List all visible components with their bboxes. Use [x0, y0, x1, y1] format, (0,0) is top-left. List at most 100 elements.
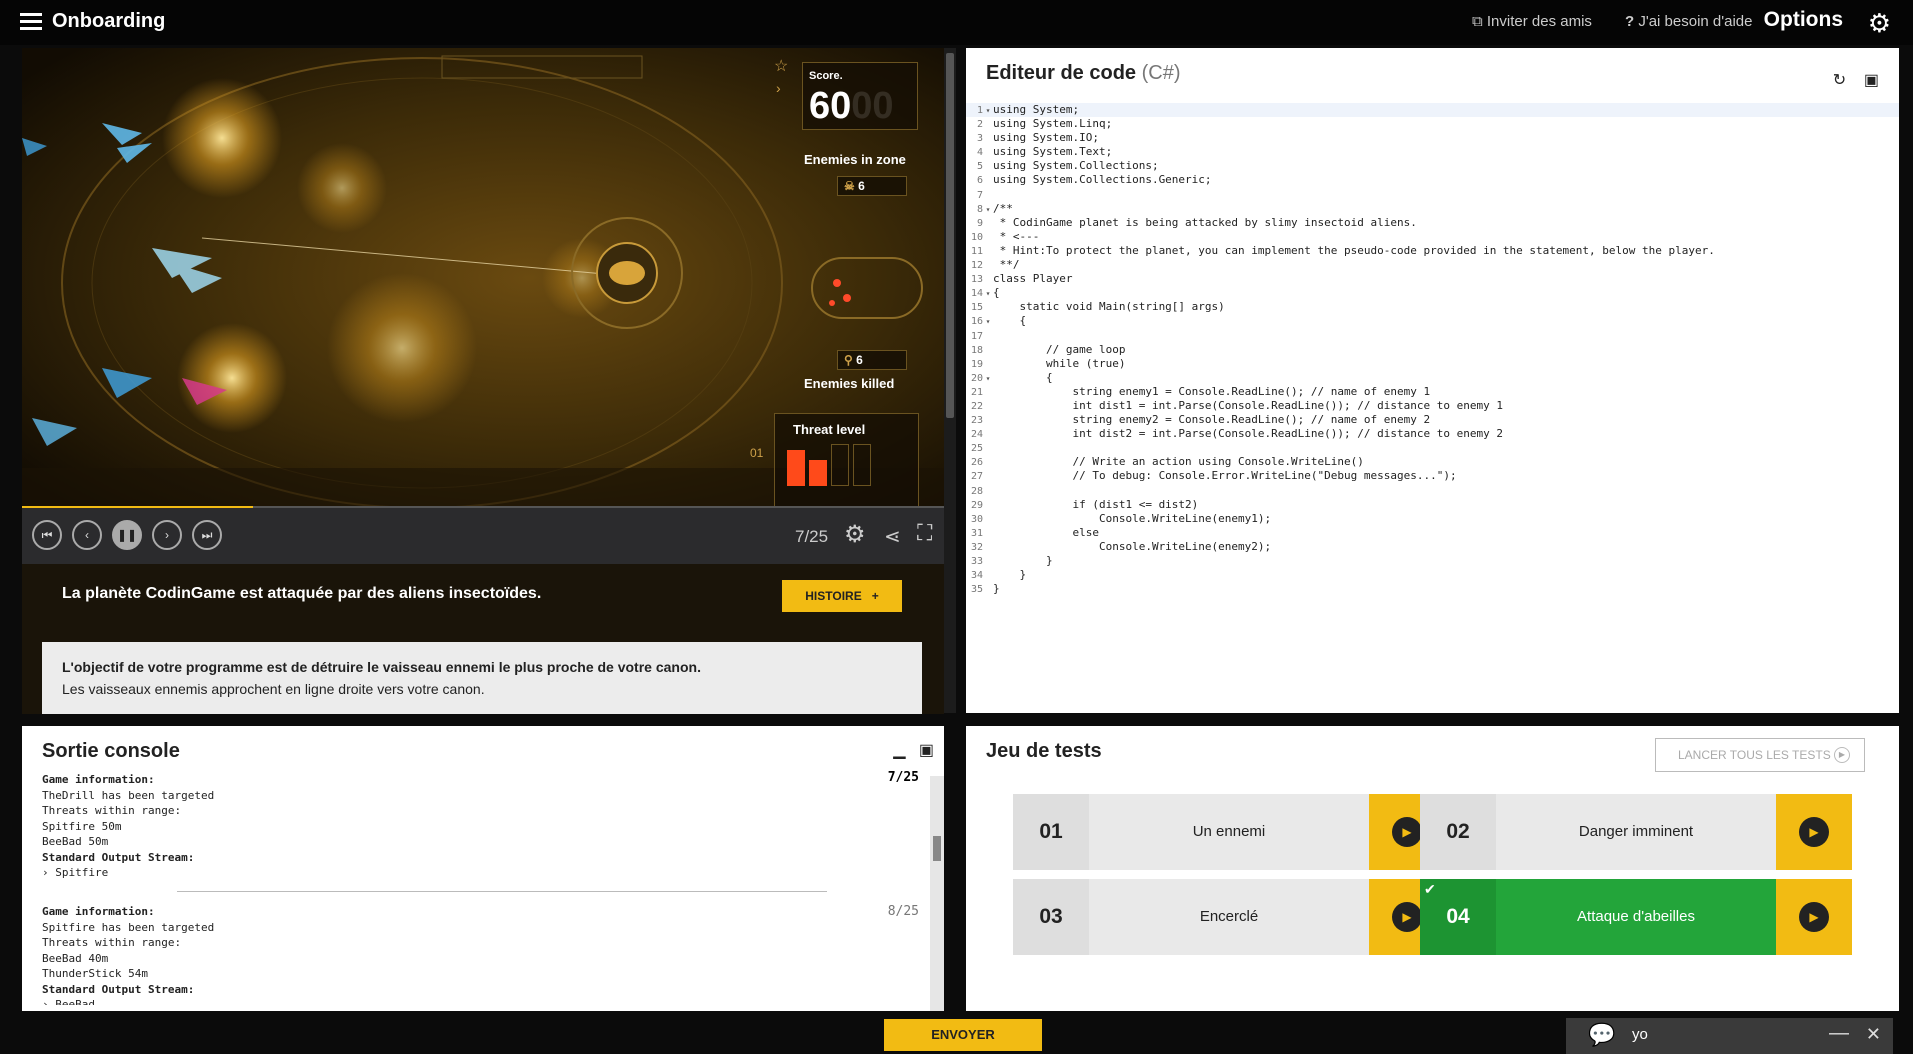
close-icon[interactable]: ✕ [1866, 1024, 1881, 1045]
code-line[interactable]: 33 } [966, 554, 1899, 568]
rewind-start-button[interactable]: ⏮ [32, 520, 62, 550]
code-line[interactable]: 35} [966, 582, 1899, 596]
code-line[interactable]: 15 static void Main(string[] args) [966, 300, 1899, 314]
code-line[interactable]: 28 [966, 484, 1899, 498]
fold-toggle-icon[interactable]: ▾ [983, 315, 993, 329]
histoire-button[interactable]: HISTOIRE + [782, 580, 902, 612]
code-line[interactable]: 19 while (true) [966, 357, 1899, 371]
invite-friends-link[interactable]: ⧉ Inviter des amis [1472, 13, 1592, 30]
console-scrollbar[interactable] [930, 776, 944, 1011]
scrollbar-thumb[interactable] [946, 53, 954, 418]
code-line[interactable]: 27 // To debug: Console.Error.WriteLine(… [966, 469, 1899, 483]
code-text: **/ [993, 258, 1020, 272]
line-number: 5 [976, 161, 983, 173]
code-line[interactable]: 8 ▾/** [966, 202, 1899, 216]
code-line[interactable]: 20 ▾ { [966, 371, 1899, 385]
share-icon[interactable]: ⋖ [884, 524, 901, 549]
chat-bar[interactable]: 💬 yo — ✕ [1566, 1018, 1893, 1054]
maximize-icon[interactable]: ▣ [919, 742, 934, 759]
code-text: { [993, 286, 1000, 300]
code-line[interactable]: 14 ▾{ [966, 286, 1899, 300]
fold-toggle-icon[interactable]: ▾ [983, 203, 993, 217]
objective-box: L'objectif de votre programme est de dét… [42, 642, 922, 714]
objective-text: Les vaisseaux ennemis approchent en lign… [62, 681, 485, 697]
fullscreen-icon[interactable]: ⛶ [917, 520, 932, 546]
code-line[interactable]: 10 * <--- [966, 230, 1899, 244]
code-text: using System.IO; [993, 131, 1099, 145]
chevron-right-icon: › [776, 80, 781, 96]
code-text: } [993, 568, 1027, 582]
line-number: 15 [970, 302, 983, 314]
submit-button[interactable]: ENVOYER [884, 1019, 1042, 1051]
code-line[interactable]: 32 Console.WriteLine(enemy2); [966, 540, 1899, 554]
test-case: 02 Danger imminent ▶ [1420, 794, 1852, 870]
code-line[interactable]: 6 using System.Collections.Generic; [966, 173, 1899, 187]
enemies-killed-count: ⚲ 6 [837, 350, 907, 370]
code-line[interactable]: 17 [966, 329, 1899, 343]
code-line[interactable]: 22 int dist1 = int.Parse(Console.ReadLin… [966, 399, 1899, 413]
top-bar: Onboarding ⧉ Inviter des amis ? J'ai bes… [0, 0, 1913, 45]
play-icon: ▶ [1799, 817, 1829, 847]
fold-toggle-icon[interactable]: ▾ [983, 104, 993, 118]
help-link[interactable]: ? J'ai besoin d'aide [1625, 13, 1752, 30]
code-line[interactable]: 5 using System.Collections; [966, 159, 1899, 173]
minimize-icon[interactable]: — [1829, 1022, 1849, 1045]
scrollbar-thumb[interactable] [933, 836, 941, 861]
maximize-icon[interactable]: ▣ [1864, 72, 1879, 89]
settings-gear-icon[interactable]: ⚙ [844, 520, 866, 549]
threat-bar-2 [809, 460, 827, 486]
fold-toggle-icon[interactable]: ▾ [983, 372, 993, 386]
minimize-icon[interactable]: ▁ [893, 742, 905, 759]
pause-button[interactable]: ❚❚ [112, 520, 142, 550]
code-line[interactable]: 16 ▾ { [966, 314, 1899, 328]
options-button[interactable]: Options [1764, 8, 1843, 32]
step-back-button[interactable]: ‹ [72, 520, 102, 550]
code-line[interactable]: 13 class Player [966, 272, 1899, 286]
line-number: 9 [976, 217, 983, 229]
code-line[interactable]: 4 using System.Text; [966, 145, 1899, 159]
line-number: 2 [976, 119, 983, 131]
fast-forward-button[interactable]: ⏭ [192, 520, 222, 550]
step-forward-button[interactable]: › [152, 520, 182, 550]
code-text: string enemy1 = Console.ReadLine(); // n… [993, 384, 1431, 398]
test-cases-panel: Jeu de tests LANCER TOUS LES TESTS ▶ 01 … [966, 726, 1899, 1011]
code-text: // game loop [993, 342, 1126, 356]
line-number: 1 [976, 105, 983, 116]
code-line[interactable]: 11 * Hint:To protect the planet, you can… [966, 244, 1899, 258]
gear-icon[interactable]: ⚙ [1868, 8, 1891, 39]
line-number: 11 [970, 245, 983, 257]
run-all-tests-button[interactable]: LANCER TOUS LES TESTS ▶ [1655, 738, 1865, 772]
line-number: 26 [970, 457, 983, 469]
code-line[interactable]: 21 string enemy1 = Console.ReadLine(); /… [966, 385, 1899, 399]
line-number: 12 [970, 260, 983, 272]
code-line[interactable]: 3 using System.IO; [966, 131, 1899, 145]
code-text: using System; [993, 103, 1080, 116]
code-line[interactable]: 18 // game loop [966, 343, 1899, 357]
code-line[interactable]: 31 else [966, 526, 1899, 540]
code-line[interactable]: 34 } [966, 568, 1899, 582]
code-area[interactable]: 1 ▾ using System; 2 using System.Linq; 3 using… [966, 103, 1899, 596]
hamburger-menu-icon[interactable] [20, 13, 42, 31]
play-test-button[interactable]: ▶ [1776, 879, 1852, 955]
code-line[interactable]: 26 // Write an action using Console.Writ… [966, 455, 1899, 469]
code-line[interactable]: 24 int dist2 = int.Parse(Console.ReadLin… [966, 427, 1899, 441]
left-panel-scrollbar[interactable] [944, 48, 956, 713]
code-line[interactable]: 30 Console.WriteLine(enemy1); [966, 512, 1899, 526]
line-number: 13 [970, 274, 983, 286]
reset-icon[interactable]: ↻ [1833, 72, 1846, 89]
code-text: using System.Linq; [993, 117, 1113, 131]
play-test-button[interactable]: ▶ [1776, 794, 1852, 870]
code-line[interactable]: 1 ▾ using System; [966, 103, 1899, 118]
fold-toggle-icon[interactable]: ▾ [983, 287, 993, 301]
code-line[interactable]: 2 using System.Linq; [966, 117, 1899, 131]
threat-bar-3 [831, 444, 849, 486]
code-line[interactable]: 23 string enemy2 = Console.ReadLine(); /… [966, 413, 1899, 427]
line-number: 19 [970, 358, 983, 370]
code-line[interactable]: 29 if (dist1 <= dist2) [966, 498, 1899, 512]
code-line[interactable]: 25 [966, 441, 1899, 455]
line-number: 16 [970, 316, 983, 328]
code-line[interactable]: 9 * CodinGame planet is being attacked b… [966, 216, 1899, 230]
code-line[interactable]: 12 **/ [966, 258, 1899, 272]
code-line[interactable]: 7 [966, 188, 1899, 202]
line-number: 24 [970, 429, 983, 441]
